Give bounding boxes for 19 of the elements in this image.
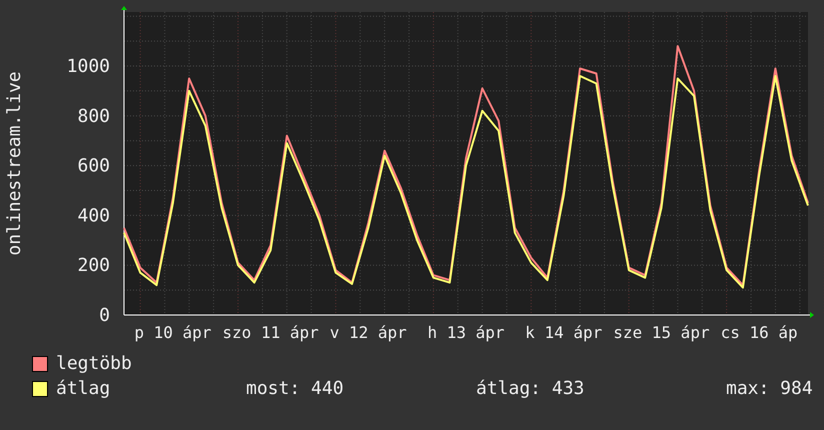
x-tick-label: cs 16 áp	[720, 323, 798, 342]
legend-stat: átlag: 433	[476, 378, 586, 399]
y-tick-label: 600	[77, 156, 110, 177]
y-tick-label: 400	[77, 205, 110, 226]
legend-stat: max: 984	[725, 378, 813, 399]
x-tick-label: szo 11 ápr	[222, 323, 319, 342]
legend-label: átlag	[56, 378, 112, 399]
y-tick-label: 1000	[66, 56, 110, 78]
y-tick-label: 200	[77, 255, 110, 276]
y-tick-label: 800	[77, 106, 110, 127]
x-tick-label: k 14 ápr	[525, 323, 602, 342]
y-axis-title: onlinestream.live	[4, 71, 25, 256]
y-tick-label: 0	[99, 305, 110, 326]
x-tick-label: v 12 ápr	[330, 323, 407, 342]
x-tick-label: h 13 ápr	[427, 323, 505, 342]
x-tick-label: sze 15 ápr	[613, 323, 710, 342]
legend-label: legtöbb	[56, 353, 133, 374]
legend-stat: most: 440	[246, 378, 345, 399]
x-tick-label: p 10 ápr	[134, 323, 212, 342]
